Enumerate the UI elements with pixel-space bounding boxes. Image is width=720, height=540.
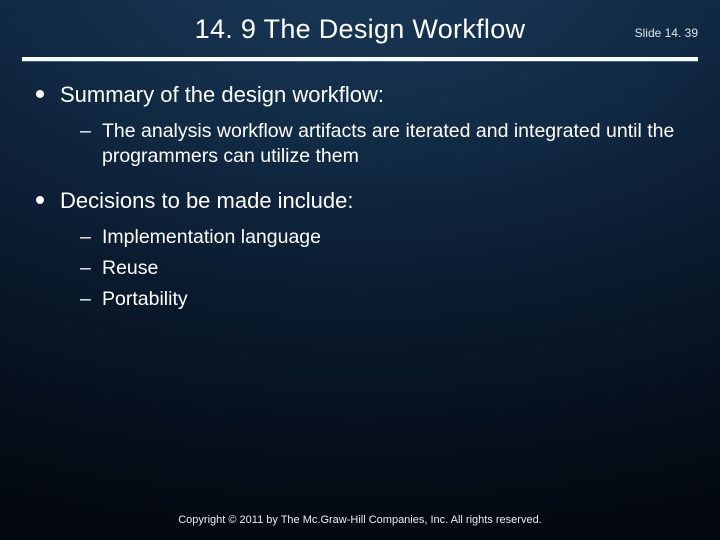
- sub-bullet-list: Implementation language Reuse Portabilit…: [60, 225, 684, 313]
- sub-bullet-item: Implementation language: [80, 225, 684, 250]
- sub-bullet-item: Portability: [80, 287, 684, 312]
- bullet-text: Decisions to be made include:: [60, 188, 354, 213]
- bullet-text: Summary of the design workflow:: [60, 82, 384, 107]
- sub-bullet-item: Reuse: [80, 256, 684, 281]
- bullet-item: Decisions to be made include: Implementa…: [36, 187, 684, 313]
- footer-copyright: Copyright © 2011 by The Mc.Graw-Hill Com…: [0, 514, 720, 526]
- slide: 14. 9 The Design Workflow Slide 14. 39 S…: [0, 0, 720, 540]
- sub-bullet-item: The analysis workflow artifacts are iter…: [80, 119, 684, 170]
- bullet-list: Summary of the design workflow: The anal…: [36, 81, 684, 313]
- slide-body: Summary of the design workflow: The anal…: [0, 61, 720, 313]
- slide-title: 14. 9 The Design Workflow: [0, 14, 720, 45]
- sub-bullet-text: Portability: [102, 288, 188, 310]
- sub-bullet-text: Reuse: [102, 257, 158, 279]
- sub-bullet-list: The analysis workflow artifacts are iter…: [60, 119, 684, 170]
- bullet-item: Summary of the design workflow: The anal…: [36, 81, 684, 169]
- slide-number: Slide 14. 39: [635, 26, 698, 40]
- sub-bullet-text: Implementation language: [102, 226, 321, 248]
- title-area: 14. 9 The Design Workflow: [0, 0, 720, 51]
- sub-bullet-text: The analysis workflow artifacts are iter…: [102, 120, 674, 167]
